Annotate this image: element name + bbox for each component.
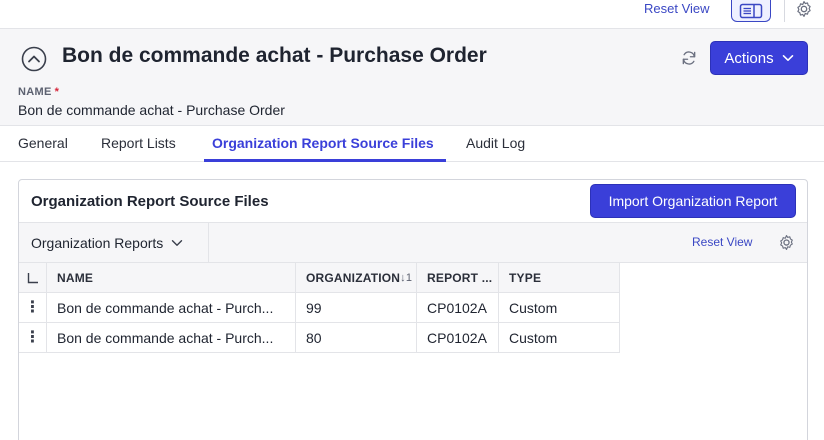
import-organization-report-button[interactable]: Import Organization Report (590, 184, 796, 218)
name-field-value: Bon de commande achat - Purchase Order (18, 102, 285, 118)
grid-reset-view-link[interactable]: Reset View (692, 235, 752, 249)
cell-name[interactable]: Bon de commande achat - Purch... (47, 323, 296, 353)
collapse-icon[interactable] (21, 46, 47, 72)
source-files-panel: Organization Report Source Files Import … (18, 179, 808, 440)
view-selector[interactable]: Organization Reports (19, 223, 209, 262)
cell-type: Custom (499, 323, 620, 353)
grid-toolbar: Organization Reports Reset View (19, 223, 807, 263)
cell-organization: 80 (296, 323, 417, 353)
required-marker: * (54, 86, 60, 98)
gear-icon[interactable] (778, 234, 795, 251)
chevron-down-icon (172, 239, 183, 246)
column-header-organization[interactable]: ORGANIZATION ↓1 (296, 263, 417, 293)
panel-toggle-icon (739, 3, 763, 18)
table-row[interactable]: ⋮ Bon de commande achat - Purch... 80 CP… (19, 323, 620, 353)
tab-organization-report-source-files[interactable]: Organization Report Source Files (204, 135, 446, 162)
kebab-icon: ⋮ (24, 298, 41, 316)
select-all-icon (27, 272, 38, 283)
select-all-checkbox[interactable] (19, 263, 47, 293)
table-row[interactable]: ⋮ Bon de commande achat - Purch... 99 CP… (19, 293, 620, 323)
panel-toggle-button[interactable] (731, 0, 771, 22)
view-selector-label: Organization Reports (31, 234, 164, 251)
sort-indicator: ↓1 (400, 271, 413, 284)
cell-report: CP0102A (417, 293, 499, 323)
gear-icon[interactable] (795, 0, 813, 18)
divider (784, 0, 785, 22)
panel-header: Organization Report Source Files Import … (19, 180, 807, 223)
tab-bar: General Report Lists Organization Report… (0, 126, 824, 162)
tab-general[interactable]: General (18, 135, 68, 162)
name-field-label: NAME * (18, 86, 59, 98)
top-reset-view-link[interactable]: Reset View (644, 1, 710, 16)
column-header-organization-label: ORGANIZATION (306, 270, 401, 285)
cell-report: CP0102A (417, 323, 499, 353)
name-label-text: NAME (18, 86, 52, 98)
cell-name[interactable]: Bon de commande achat - Purch... (47, 293, 296, 323)
cell-organization: 99 (296, 293, 417, 323)
refresh-icon[interactable] (680, 49, 698, 67)
cell-type: Custom (499, 293, 620, 323)
top-bar: Reset View (0, 0, 824, 28)
tab-audit-log[interactable]: Audit Log (466, 135, 525, 162)
row-menu-button[interactable]: ⋮ (19, 293, 47, 323)
column-header-type[interactable]: TYPE (499, 263, 620, 293)
kebab-icon: ⋮ (24, 328, 41, 346)
actions-button[interactable]: Actions (710, 41, 808, 75)
table-header-row: NAME ORGANIZATION ↓1 REPORT ... TYPE (19, 263, 620, 293)
panel-title: Organization Report Source Files (31, 193, 269, 210)
column-header-report[interactable]: REPORT ... (417, 263, 499, 293)
page-title: Bon de commande achat - Purchase Order (62, 44, 487, 67)
record-header: Bon de commande achat - Purchase Order A… (0, 28, 824, 126)
actions-label: Actions (724, 49, 774, 67)
column-header-name[interactable]: NAME (47, 263, 296, 293)
tab-report-lists[interactable]: Report Lists (101, 135, 176, 162)
chevron-down-icon (782, 54, 793, 61)
row-menu-button[interactable]: ⋮ (19, 323, 47, 353)
